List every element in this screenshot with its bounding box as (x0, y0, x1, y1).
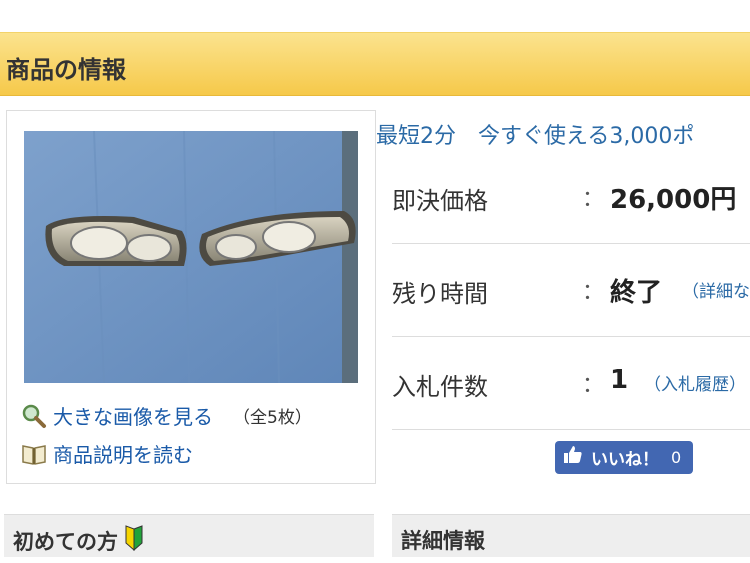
facebook-like-button[interactable]: いいね！ 0 (555, 441, 693, 474)
colon: ： (582, 373, 605, 398)
view-large-image-link[interactable]: 大きな画像を見る (53, 401, 213, 430)
details-title: 詳細情報 (401, 529, 485, 553)
time-left-label: 残り時間 (392, 280, 488, 308)
like-label: いいね！ (591, 450, 659, 470)
details-section: 詳細情報 (392, 514, 750, 557)
time-left-value: 終了 (610, 278, 663, 308)
section-title: 商品の情報 (6, 56, 126, 84)
colon: ： (582, 187, 605, 212)
promo-banner-link[interactable]: 最短2分 今すぐ使える3,000ポ (376, 118, 750, 150)
product-photo[interactable] (24, 131, 358, 383)
bid-count-value: 1 (610, 365, 629, 395)
read-description-row: 商品説明を読む (21, 439, 193, 468)
beginners-section: 初めての方 (4, 514, 374, 557)
beginners-title: 初めての方 (13, 529, 118, 554)
time-detail-link[interactable]: （詳細な (682, 277, 750, 302)
buy-now-price-row: 即決価格 ： 26,000円 (392, 151, 750, 244)
book-icon (21, 441, 47, 467)
buy-now-price: 26,000円 (610, 185, 737, 215)
bid-history-link[interactable]: （入札履歴） (644, 370, 746, 395)
beginner-mark-icon (124, 525, 144, 556)
colon: ： (582, 280, 605, 305)
thumbs-up-icon (563, 445, 583, 470)
bid-count-row: 入札件数 ： 1 （入札履歴） (392, 337, 750, 430)
read-description-link[interactable]: 商品説明を読む (53, 439, 193, 468)
bid-count-label: 入札件数 (392, 373, 488, 401)
view-large-image-row: 大きな画像を見る （全5枚） (21, 401, 312, 430)
like-count: 0 (671, 448, 682, 467)
image-count: （全5枚） (233, 408, 312, 428)
time-left-row: 残り時間 ： 終了 （詳細な (392, 244, 750, 337)
buy-now-label: 即決価格 (392, 187, 488, 215)
section-header: 商品の情報 (0, 32, 750, 96)
product-image-panel: 大きな画像を見る （全5枚） 商品説明を読む (6, 110, 376, 484)
magnifier-icon (21, 403, 47, 429)
